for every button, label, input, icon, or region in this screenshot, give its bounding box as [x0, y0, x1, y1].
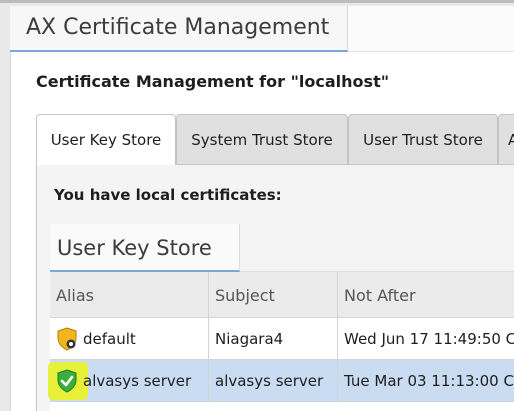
page-header: Certificate Management for "localhost": [36, 72, 390, 91]
table-row-selected[interactable]: alvasys server alvasys server Tue Mar 03…: [48, 360, 514, 402]
table-row[interactable]: default Niagara4 Wed Jun 17 11:49:50 C: [50, 318, 514, 360]
alias-text: alvasys server: [83, 371, 192, 390]
tab-more[interactable]: A: [498, 114, 514, 165]
subject-cell: alvasys server: [209, 360, 338, 401]
column-subject[interactable]: Subject: [209, 272, 338, 318]
alias-text: default: [83, 329, 136, 348]
section-title: User Key Store: [57, 236, 212, 260]
tab-bar: User Key Store System Trust Store User T…: [36, 114, 514, 165]
tab-user-trust-store[interactable]: User Trust Store: [348, 114, 498, 165]
view-title-filler: [348, 6, 514, 52]
tab-system-trust-store[interactable]: System Trust Store: [176, 114, 348, 165]
not-after-cell: Tue Mar 03 11:13:00 CE: [344, 371, 514, 390]
top-border: [0, 0, 514, 3]
certificate-table: Alias Subject Not After default Niagara4…: [48, 272, 514, 411]
alias-cell: default: [50, 318, 209, 359]
not-after-cell: Wed Jun 17 11:49:50 C: [344, 329, 514, 348]
view-title: AX Certificate Management: [26, 15, 330, 40]
column-alias[interactable]: Alias: [50, 272, 209, 318]
info-text: You have local certificates:: [54, 186, 282, 204]
certificate-shield-icon: [56, 326, 78, 351]
section-tab-filler: [240, 224, 514, 272]
subject-cell: Niagara4: [209, 318, 338, 359]
check-shield-icon: [56, 368, 78, 393]
tab-user-key-store[interactable]: User Key Store: [36, 114, 176, 165]
alias-cell: alvasys server: [50, 360, 209, 401]
table-header: Alias Subject Not After: [50, 272, 514, 318]
column-not-after[interactable]: Not After: [338, 272, 514, 318]
